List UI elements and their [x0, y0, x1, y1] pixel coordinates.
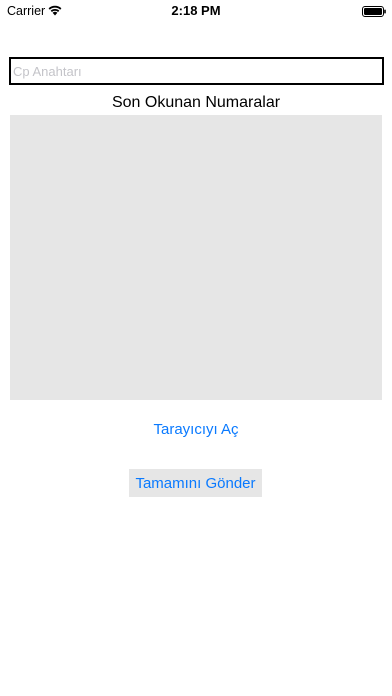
- cp-key-input[interactable]: [9, 57, 384, 85]
- battery-icon: [362, 5, 386, 17]
- recent-numbers-list[interactable]: [10, 115, 382, 400]
- status-bar: Carrier 2:18 PM: [0, 0, 392, 22]
- recent-numbers-title: Son Okunan Numaralar: [111, 94, 281, 111]
- clock-time: 2:18 PM: [171, 3, 221, 18]
- open-scanner-button[interactable]: Tarayıcıyı Aç: [0, 420, 392, 439]
- send-all-button[interactable]: Tamamını Gönder: [129, 469, 262, 497]
